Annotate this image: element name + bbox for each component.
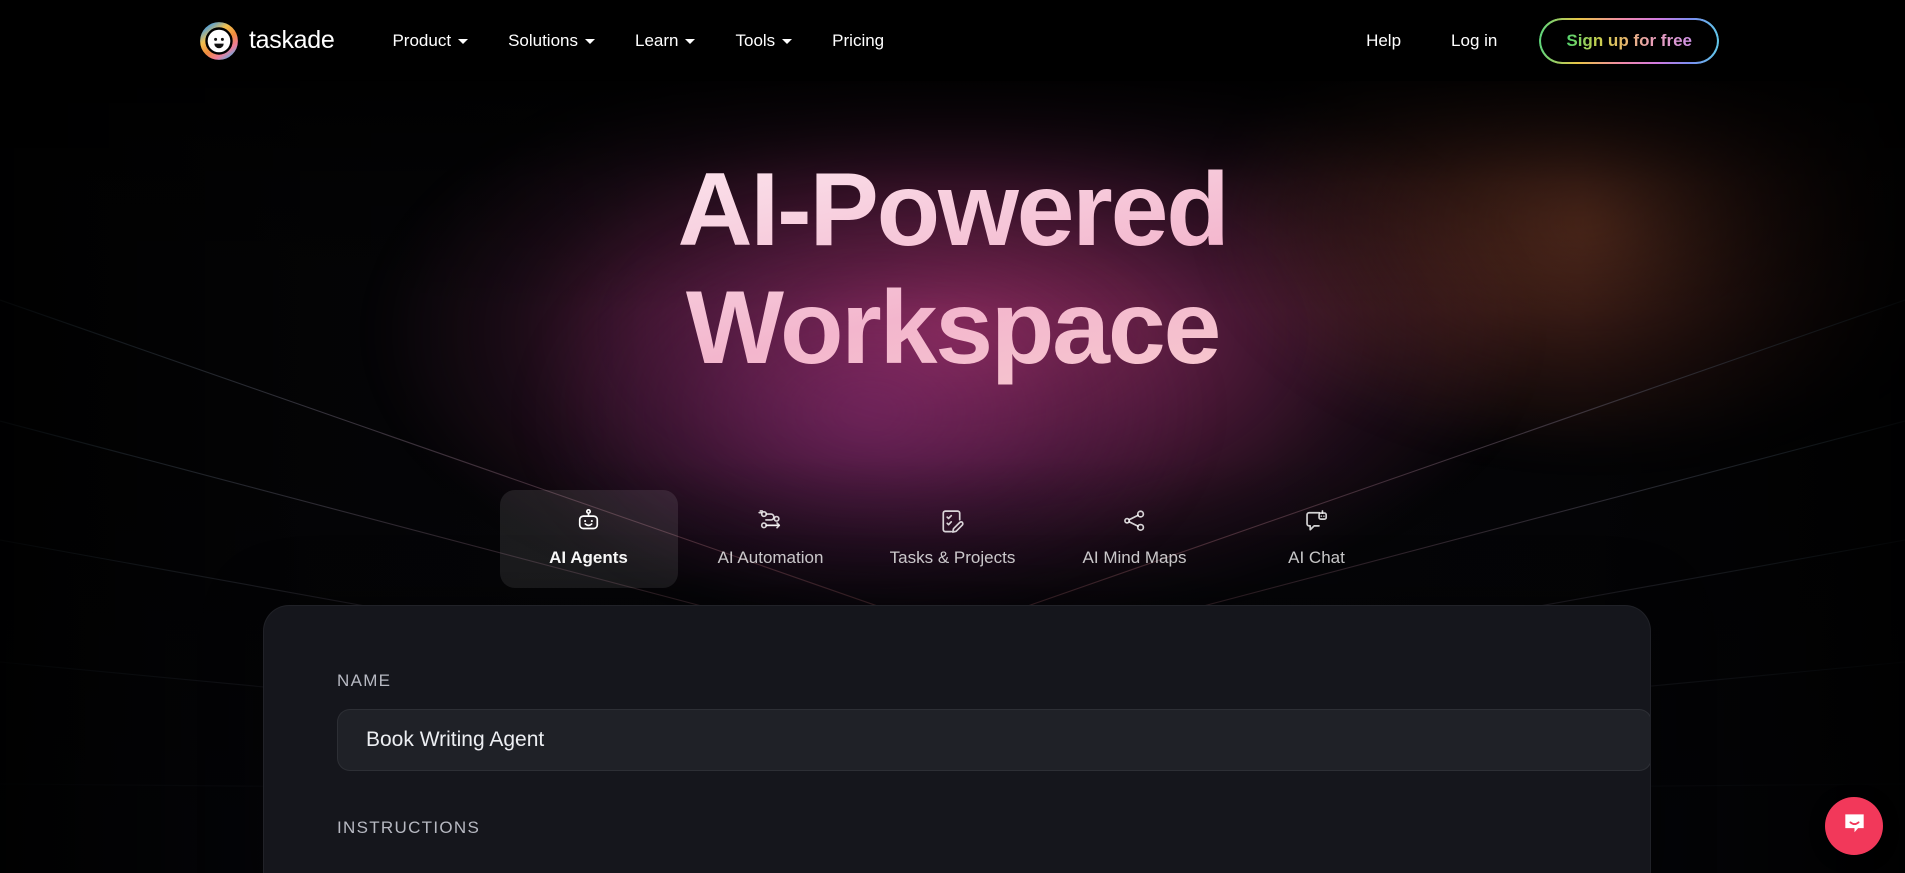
taskade-circle-logo-icon <box>200 21 238 60</box>
brand-name: taskade <box>249 26 335 54</box>
brand-logo[interactable]: taskade <box>200 21 335 60</box>
chevron-down-icon <box>685 39 696 44</box>
tab-label: AI Mind Maps <box>1082 548 1187 567</box>
tab-label: AI Agents <box>549 548 628 567</box>
share-nodes-icon <box>1121 508 1148 535</box>
tab-ai-automation[interactable]: AI Automation <box>682 490 860 588</box>
nav-item-pricing[interactable]: Pricing <box>812 21 904 61</box>
name-input[interactable]: Book Writing Agent <box>337 709 1650 771</box>
help-link[interactable]: Help <box>1348 31 1419 51</box>
name-field-label: NAME <box>337 671 392 690</box>
hero-title-line-1: AI-Powered <box>677 152 1228 268</box>
nav-item-label: Pricing <box>832 30 885 50</box>
chevron-down-icon <box>458 39 469 44</box>
workflow-icon <box>757 508 784 535</box>
tab-tasks-projects[interactable]: Tasks & Projects <box>864 490 1042 588</box>
tab-label: Tasks & Projects <box>889 548 1016 567</box>
nav-links: Product Solutions Learn Tools Pricing <box>372 21 904 61</box>
chat-robot-icon <box>1303 508 1330 535</box>
name-input-value: Book Writing Agent <box>366 728 545 751</box>
instructions-field-label: INSTRUCTIONS <box>337 818 481 837</box>
nav-item-label: Learn <box>635 30 679 50</box>
tab-label: AI Chat <box>1288 548 1345 567</box>
nav-item-product[interactable]: Product <box>372 21 488 61</box>
signup-button[interactable]: Sign up for free <box>1539 17 1719 64</box>
robot-icon <box>575 508 602 535</box>
tab-label: AI Automation <box>717 548 824 567</box>
hero-title-line-2: Workspace <box>685 269 1220 386</box>
page-title: AI-Powered Workspace <box>0 152 1905 387</box>
intercom-chat-launcher[interactable] <box>1825 797 1883 855</box>
tab-ai-agents[interactable]: AI Agents <box>499 490 678 588</box>
top-navigation-bar: taskade Product Solutions Learn Tools Pr… <box>0 0 1905 81</box>
tab-ai-mind-maps[interactable]: AI Mind Maps <box>1046 490 1224 588</box>
tab-ai-chat[interactable]: AI Chat <box>1228 490 1406 588</box>
signup-button-label: Sign up for free <box>1566 30 1692 50</box>
nav-right-group: Help Log in Sign up for free <box>1348 17 1719 64</box>
nav-item-tools[interactable]: Tools <box>715 21 812 61</box>
nav-item-learn[interactable]: Learn <box>615 21 715 61</box>
chevron-down-icon <box>585 39 595 44</box>
nav-item-solutions[interactable]: Solutions <box>488 21 615 61</box>
feature-tab-list: AI Agents AI Automation Tasks & Projects… <box>0 490 1905 588</box>
agent-editor-panel: NAME Book Writing Agent INSTRUCTIONS <box>263 605 1651 873</box>
checklist-edit-icon <box>939 508 966 535</box>
chevron-down-icon <box>782 39 793 44</box>
nav-left-group: taskade Product Solutions Learn Tools Pr… <box>200 21 904 61</box>
nav-item-label: Product <box>392 30 452 50</box>
page-root: taskade Product Solutions Learn Tools Pr… <box>0 0 1905 873</box>
nav-item-label: Tools <box>735 30 776 50</box>
chat-bubble-smile-icon <box>1840 809 1869 843</box>
login-link[interactable]: Log in <box>1433 31 1515 51</box>
nav-item-label: Solutions <box>508 30 578 50</box>
